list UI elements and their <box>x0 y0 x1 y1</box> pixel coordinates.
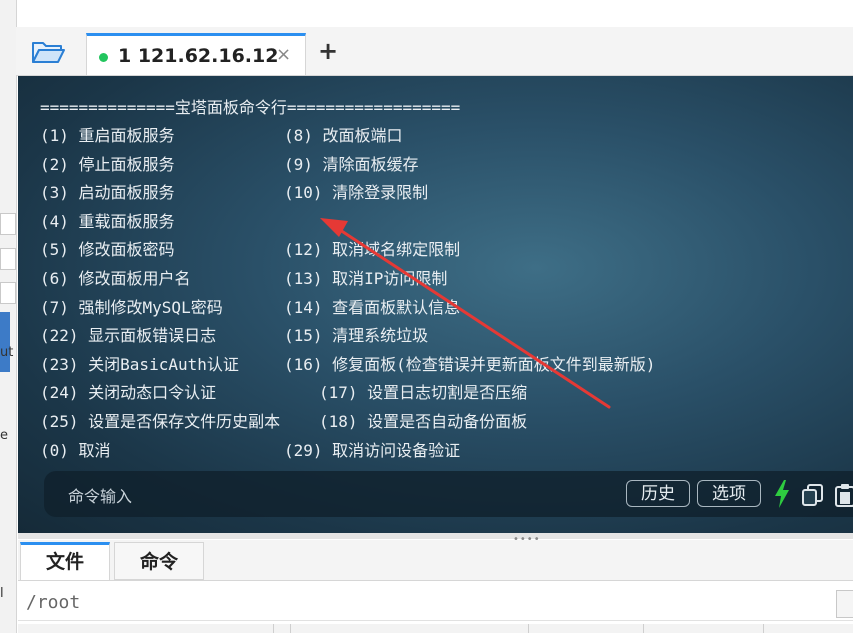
left-selection-fragment <box>0 312 10 372</box>
tab-session[interactable]: 1 121.62.16.12 × <box>86 33 306 75</box>
left-text-fragment: e <box>0 428 8 443</box>
bottom-tab-bar: 文件 命令 <box>18 540 853 581</box>
left-text-fragment: l <box>0 586 4 601</box>
folder-icon[interactable] <box>30 38 66 66</box>
tab-commands[interactable]: 命令 <box>114 542 204 580</box>
session-tab-bar: 1 121.62.16.12 × + <box>16 27 853 76</box>
header-separator <box>643 624 644 633</box>
left-field-fragment <box>0 282 16 304</box>
close-icon[interactable]: × <box>276 44 291 65</box>
terminal-panel[interactable]: ==============宝塔面板命令行================== … <box>18 76 853 533</box>
left-window-strip: ut e l <box>0 0 17 633</box>
tab-session-label: 1 121.62.16.12 <box>118 45 279 67</box>
lightning-icon[interactable] <box>772 479 792 509</box>
add-tab-button[interactable]: + <box>318 37 338 65</box>
history-button[interactable]: 历史 <box>626 480 690 507</box>
left-field-fragment <box>0 213 16 235</box>
panel-splitter[interactable]: •••• <box>18 533 853 545</box>
left-text-fragment: ut <box>0 345 14 360</box>
header-separator <box>528 624 529 633</box>
path-input[interactable]: /root <box>26 592 80 613</box>
left-field-fragment <box>0 248 16 270</box>
copy-icon[interactable] <box>801 483 825 507</box>
header-separator <box>290 624 291 633</box>
command-input-bar[interactable]: 命令输入 历史 选项 <box>44 471 853 517</box>
path-action-button[interactable] <box>836 590 853 618</box>
path-bar[interactable]: /root <box>18 584 853 621</box>
options-button[interactable]: 选项 <box>697 480 761 507</box>
online-status-dot <box>99 53 108 62</box>
header-separator <box>763 624 764 633</box>
tab-files[interactable]: 文件 <box>20 542 110 580</box>
file-list-header <box>18 624 853 633</box>
header-separator <box>273 624 274 633</box>
command-input[interactable]: 命令输入 <box>68 483 132 507</box>
clipboard-icon[interactable] <box>834 483 853 507</box>
annotation-arrow <box>320 218 611 409</box>
